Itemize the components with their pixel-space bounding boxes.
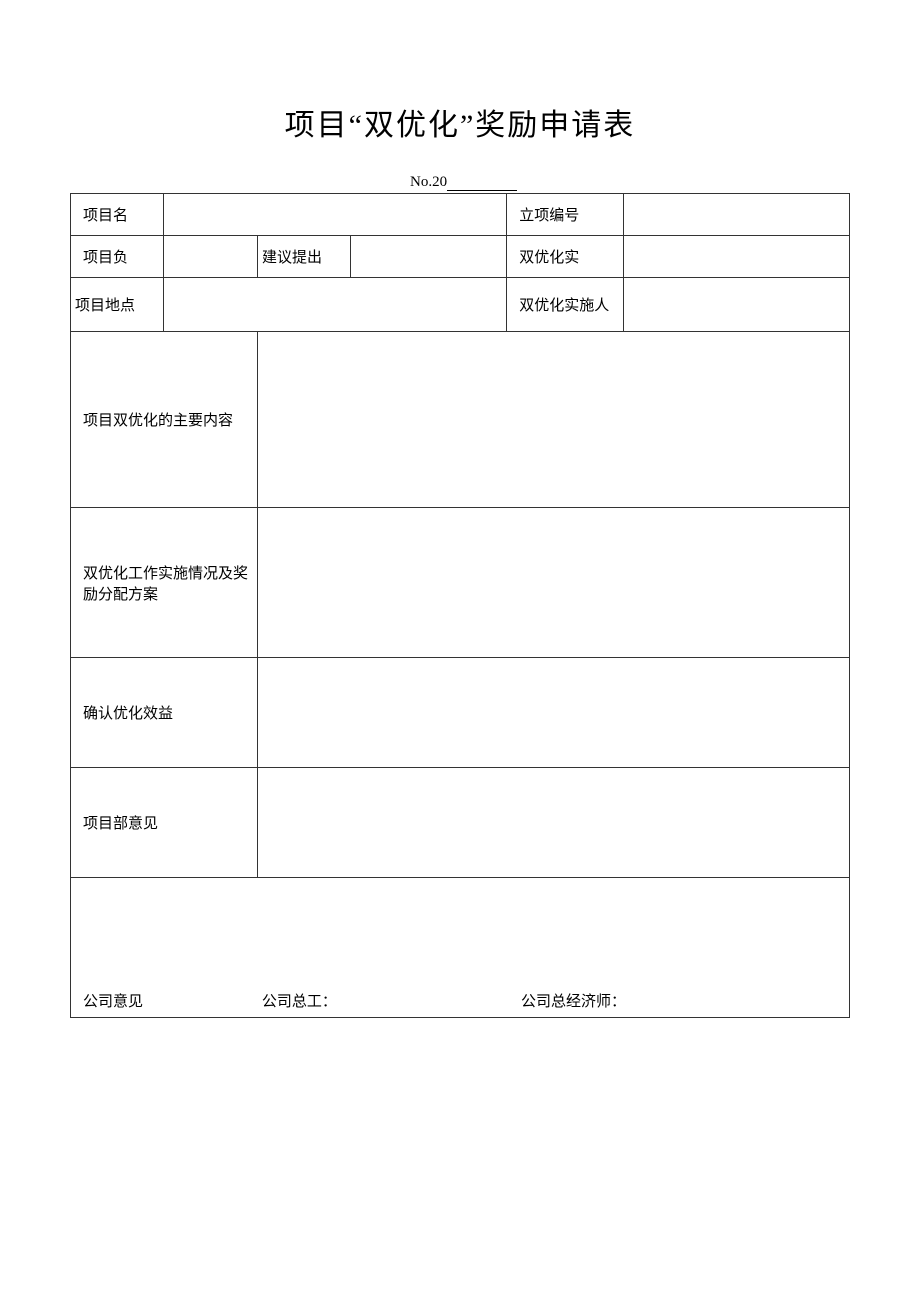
- field-confirm-benefit[interactable]: [257, 658, 849, 768]
- application-form-table: 项目名 立项编号 项目负 建议提出 双优化实 项目地点 双优化实施人 项目双优化…: [70, 193, 850, 1018]
- field-project-location[interactable]: [164, 278, 507, 332]
- label-company-opinion: 公司意见: [79, 990, 262, 1011]
- field-project-dept-opinion[interactable]: [257, 768, 849, 878]
- label-project-name: 项目名: [71, 194, 164, 236]
- label-project-no: 立项编号: [507, 194, 624, 236]
- label-project-dept-opinion: 项目部意见: [71, 768, 258, 878]
- label-dual-opt-person: 双优化实施人: [507, 278, 624, 332]
- label-project-owner: 项目负: [71, 236, 164, 278]
- company-opinion-row[interactable]: 公司意见 公司总工： 公司总经济师：: [71, 878, 850, 1018]
- field-impl-reward[interactable]: [257, 508, 849, 658]
- form-number-line: No.20: [70, 174, 850, 191]
- field-project-name[interactable]: [164, 194, 507, 236]
- field-project-owner[interactable]: [164, 236, 257, 278]
- label-chief-engineer: 公司总工：: [262, 990, 521, 1011]
- field-dual-opt-impl[interactable]: [624, 236, 850, 278]
- label-dual-opt-impl: 双优化实: [507, 236, 624, 278]
- form-no-blank[interactable]: [447, 175, 517, 191]
- label-project-location: 项目地点: [71, 278, 164, 332]
- field-project-no[interactable]: [624, 194, 850, 236]
- field-main-content[interactable]: [257, 332, 849, 508]
- label-confirm-benefit: 确认优化效益: [71, 658, 258, 768]
- field-suggestion[interactable]: [351, 236, 507, 278]
- form-title: 项目“双优化”奖励申请表: [70, 100, 850, 144]
- label-impl-reward: 双优化工作实施情况及奖励分配方案: [71, 508, 258, 658]
- form-no-prefix: No.20: [410, 174, 447, 190]
- label-chief-economist: 公司总经济师：: [521, 990, 841, 1011]
- field-dual-opt-person[interactable]: [624, 278, 850, 332]
- label-main-content: 项目双优化的主要内容: [71, 332, 258, 508]
- label-suggestion: 建议提出: [257, 236, 350, 278]
